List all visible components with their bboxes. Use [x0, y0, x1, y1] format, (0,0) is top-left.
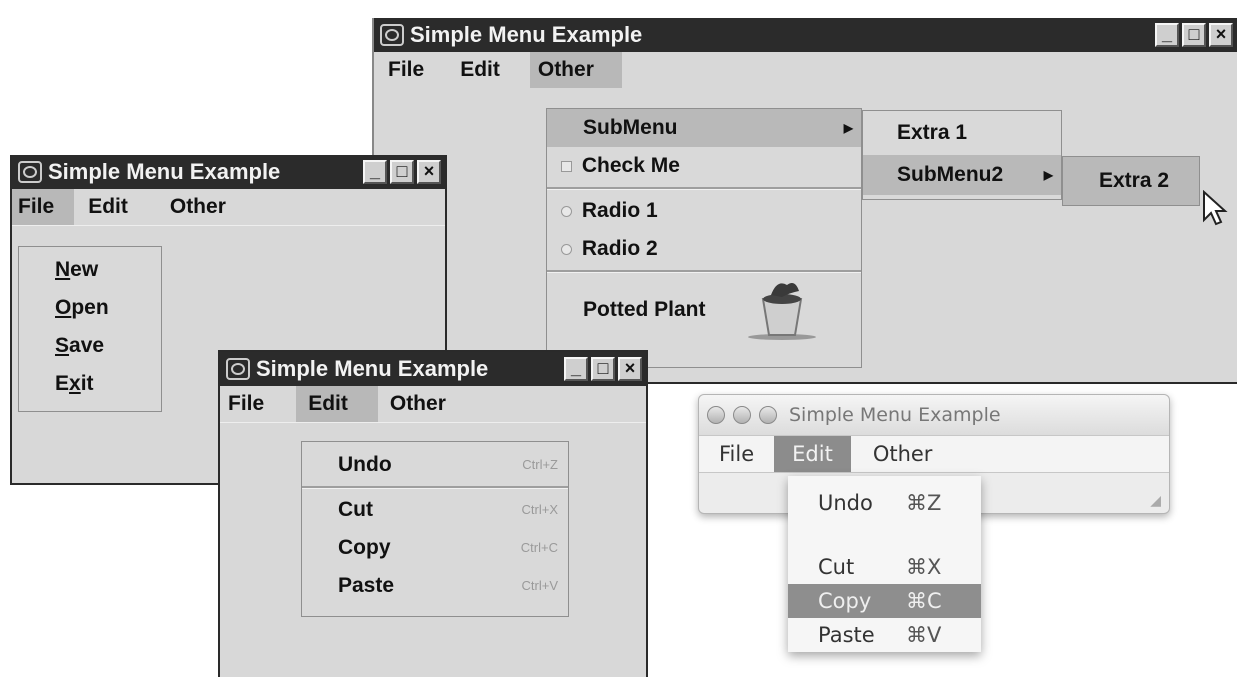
potted-plant-icon: [748, 283, 816, 340]
close-icon[interactable]: ×: [1209, 23, 1233, 47]
menu-file[interactable]: File: [12, 189, 75, 225]
menu-item-undo[interactable]: Undo ⌘Z: [788, 486, 981, 520]
radio-icon[interactable]: [561, 243, 572, 255]
other-menu: SubMenu ▶ Check Me Radio 1 Radio 2 Potte…: [546, 108, 862, 368]
menu-file[interactable]: File: [699, 436, 774, 472]
submenu-arrow-icon: ▶: [1043, 168, 1053, 182]
menu-item-submenu2[interactable]: SubMenu2 ▶: [863, 155, 1061, 195]
menu-item-extra-2[interactable]: Extra 2: [1063, 157, 1199, 205]
minimize-icon[interactable]: _: [1155, 23, 1179, 47]
menu-other[interactable]: Other: [142, 189, 240, 225]
window-title: Simple Menu Example: [256, 356, 489, 381]
radio-icon[interactable]: [561, 205, 572, 217]
menu-item-cut[interactable]: Cut Ctrl+X: [302, 491, 568, 529]
menu-item-radio-2[interactable]: Radio 2: [547, 230, 861, 268]
menu-bar: File Edit Other: [12, 189, 445, 226]
menu-item-potted-plant[interactable]: Potted Plant: [547, 275, 861, 345]
minimize-icon[interactable]: [733, 406, 751, 424]
title-bar[interactable]: Simple Menu Example: [699, 395, 1169, 435]
menu-edit[interactable]: Edit: [774, 436, 851, 472]
checkbox-icon[interactable]: [561, 160, 572, 172]
app-icon: [380, 24, 404, 46]
mouse-cursor-icon: [1203, 190, 1228, 226]
menu-edit[interactable]: Edit: [74, 189, 142, 225]
maximize-icon[interactable]: □: [1182, 23, 1206, 47]
shortcut-label: ⌘Z: [906, 491, 942, 515]
window-title: Simple Menu Example: [789, 404, 1001, 426]
app-icon: [18, 161, 42, 183]
maximize-icon[interactable]: □: [591, 357, 615, 381]
menu-item-save[interactable]: Save: [19, 327, 161, 365]
submenu-panel: Extra 1 SubMenu2 ▶: [862, 110, 1062, 200]
shortcut-label: ⌘X: [906, 555, 942, 579]
window-title: Simple Menu Example: [410, 22, 643, 47]
menu-item-cut[interactable]: Cut ⌘X: [788, 550, 981, 584]
accelerator-label: Ctrl+Z: [522, 457, 558, 472]
menu-separator: [302, 486, 568, 489]
menu-separator: [547, 270, 861, 273]
submenu2-panel: Extra 2: [1062, 156, 1200, 206]
window-title: Simple Menu Example: [48, 159, 281, 184]
submenu-arrow-icon: ▶: [843, 121, 853, 135]
menu-edit[interactable]: Edit: [438, 52, 514, 88]
maximize-icon[interactable]: □: [390, 160, 414, 184]
menu-item-paste[interactable]: Paste ⌘V: [788, 618, 981, 652]
title-bar[interactable]: Simple Menu Example _ □ ×: [12, 155, 445, 189]
resize-grip-icon[interactable]: ◢: [1150, 492, 1161, 509]
menu-separator: [788, 520, 981, 550]
menu-bar: File Edit Other: [699, 435, 1169, 473]
menu-item-exit[interactable]: Exit: [19, 365, 161, 403]
menu-edit[interactable]: Edit: [296, 386, 378, 422]
close-icon[interactable]: [707, 406, 725, 424]
menu-item-extra-1[interactable]: Extra 1: [863, 111, 1061, 155]
menu-bar: File Edit Other: [374, 52, 1237, 88]
menu-item-check-me[interactable]: Check Me: [547, 147, 861, 185]
close-icon[interactable]: ×: [417, 160, 441, 184]
shortcut-label: ⌘V: [906, 623, 942, 647]
accelerator-label: Ctrl+X: [521, 502, 558, 517]
shortcut-label: ⌘C: [906, 589, 942, 613]
menu-item-copy[interactable]: Copy ⌘C: [788, 584, 981, 618]
menu-file[interactable]: File: [220, 386, 282, 422]
mac-edit-menu: Undo ⌘Z Cut ⌘X Copy ⌘C Paste ⌘V: [788, 476, 981, 652]
zoom-icon[interactable]: [759, 406, 777, 424]
title-bar[interactable]: Simple Menu Example _ □ ×: [374, 18, 1237, 52]
menu-item-radio-1[interactable]: Radio 1: [547, 192, 861, 230]
menu-other[interactable]: Other: [851, 436, 945, 472]
edit-menu: Undo Ctrl+Z Cut Ctrl+X Copy Ctrl+C Paste…: [301, 441, 569, 617]
minimize-icon[interactable]: _: [564, 357, 588, 381]
menu-item-undo[interactable]: Undo Ctrl+Z: [302, 446, 568, 484]
menu-item-copy[interactable]: Copy Ctrl+C: [302, 529, 568, 567]
app-icon: [226, 358, 250, 380]
menu-other[interactable]: Other: [378, 386, 460, 422]
title-bar[interactable]: Simple Menu Example _ □ ×: [220, 352, 646, 386]
menu-separator: [547, 187, 861, 190]
menu-item-open[interactable]: Open: [19, 289, 161, 327]
menu-file[interactable]: File: [374, 52, 438, 88]
menu-item-paste[interactable]: Paste Ctrl+V: [302, 567, 568, 605]
menu-bar: File Edit Other: [220, 386, 646, 423]
minimize-icon[interactable]: _: [363, 160, 387, 184]
accelerator-label: Ctrl+V: [521, 578, 558, 593]
file-menu: New Open Save Exit: [18, 246, 162, 412]
accelerator-label: Ctrl+C: [520, 540, 558, 555]
menu-item-submenu[interactable]: SubMenu ▶: [547, 109, 861, 147]
menu-other[interactable]: Other: [529, 52, 622, 88]
menu-item-new[interactable]: New: [19, 251, 161, 289]
close-icon[interactable]: ×: [618, 357, 642, 381]
